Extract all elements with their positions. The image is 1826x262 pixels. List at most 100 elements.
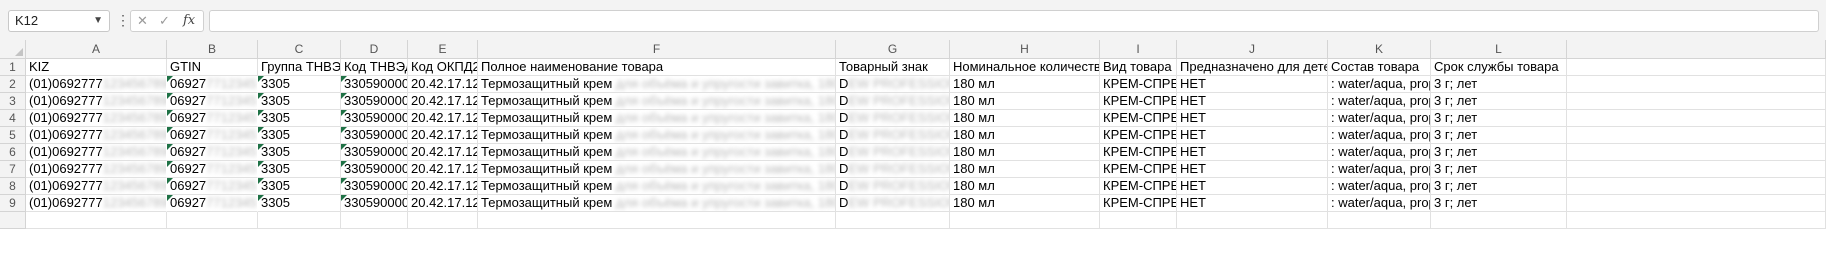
cell-tnved-group[interactable]: 3305 — [258, 161, 341, 178]
select-all-button[interactable] — [0, 40, 26, 59]
column-header-f[interactable]: F — [478, 40, 836, 59]
cell-tnved-group[interactable]: 3305 — [258, 195, 341, 212]
cell-for-children[interactable]: НЕТ — [1177, 144, 1328, 161]
column-header-k[interactable]: K — [1328, 40, 1431, 59]
cell-for-children[interactable]: НЕТ — [1177, 93, 1328, 110]
header-cell-product-name[interactable]: Полное наименование товара — [478, 59, 836, 76]
cell-service-life[interactable]: 3 г; лет — [1431, 127, 1567, 144]
header-cell-composition[interactable]: Состав товара — [1328, 59, 1431, 76]
cell-brand[interactable]: DEW PROFESSIONAL — [836, 161, 950, 178]
cell[interactable] — [167, 212, 258, 229]
cell-product-name[interactable]: Термозащитный крем для объёма и упругост… — [478, 110, 836, 127]
cell-kiz[interactable]: (01)06927771234567890123456789 — [26, 161, 167, 178]
header-cell-tnved-code[interactable]: Код ТНВЭД — [341, 59, 408, 76]
cell-for-children[interactable]: НЕТ — [1177, 127, 1328, 144]
row-header[interactable]: 4 — [0, 110, 26, 127]
cell-gtin[interactable]: 069277712345 — [167, 110, 258, 127]
cell-kiz[interactable]: (01)06927771234567890123456789 — [26, 93, 167, 110]
cell-brand[interactable]: DEW PROFESSIONAL — [836, 76, 950, 93]
header-cell-quantity[interactable]: Номинальное количество — [950, 59, 1100, 76]
cell-for-children[interactable]: НЕТ — [1177, 161, 1328, 178]
header-cell-service-life[interactable]: Срок службы товара — [1431, 59, 1567, 76]
cell-for-children[interactable]: НЕТ — [1177, 76, 1328, 93]
row-header[interactable]: 2 — [0, 76, 26, 93]
cell-quantity[interactable]: 180 мл — [950, 178, 1100, 195]
cell-tnved-code[interactable]: 3305900009 — [341, 178, 408, 195]
cell-kiz[interactable]: (01)06927771234567890123456789 — [26, 76, 167, 93]
header-cell-kiz[interactable]: KIZ — [26, 59, 167, 76]
cell[interactable] — [1567, 110, 1826, 127]
cell-tnved-code[interactable]: 3305900009 — [341, 144, 408, 161]
cell-service-life[interactable]: 3 г; лет — [1431, 76, 1567, 93]
cell[interactable] — [836, 212, 950, 229]
cell[interactable] — [1100, 212, 1177, 229]
column-header-e[interactable]: E — [408, 40, 478, 59]
cell-service-life[interactable]: 3 г; лет — [1431, 161, 1567, 178]
header-cell-for-children[interactable]: Предназначено для детей — [1177, 59, 1328, 76]
cell-product-kind[interactable]: КРЕМ-СПРЕЙ — [1100, 178, 1177, 195]
header-cell-okpd2[interactable]: Код ОКПД2 — [408, 59, 478, 76]
cell[interactable] — [1567, 93, 1826, 110]
row-header[interactable]: 6 — [0, 144, 26, 161]
cell-tnved-code[interactable]: 3305900009 — [341, 161, 408, 178]
column-header-d[interactable]: D — [341, 40, 408, 59]
cell-okpd2[interactable]: 20.42.17.120 — [408, 93, 478, 110]
cell-brand[interactable]: DEW PROFESSIONAL — [836, 93, 950, 110]
cell-composition[interactable]: : water/aqua, prop — [1328, 127, 1431, 144]
row-header[interactable]: 7 — [0, 161, 26, 178]
cell-gtin[interactable]: 069277712345 — [167, 178, 258, 195]
header-cell-tnved-group[interactable]: Группа ТНВЭД — [258, 59, 341, 76]
cell-product-name[interactable]: Термозащитный крем для объёма и упругост… — [478, 144, 836, 161]
row-header[interactable]: 3 — [0, 93, 26, 110]
cell[interactable] — [1567, 127, 1826, 144]
cell-composition[interactable]: : water/aqua, prop — [1328, 178, 1431, 195]
cell-tnved-code[interactable]: 3305900009 — [341, 76, 408, 93]
cell-service-life[interactable]: 3 г; лет — [1431, 93, 1567, 110]
cell-composition[interactable]: : water/aqua, prop — [1328, 195, 1431, 212]
cell-product-kind[interactable]: КРЕМ-СПРЕЙ — [1100, 127, 1177, 144]
cell-gtin[interactable]: 069277712345 — [167, 144, 258, 161]
cell[interactable] — [408, 212, 478, 229]
cell-for-children[interactable]: НЕТ — [1177, 178, 1328, 195]
cell[interactable] — [1328, 212, 1431, 229]
cell[interactable] — [478, 212, 836, 229]
cell-composition[interactable]: : water/aqua, prop — [1328, 144, 1431, 161]
cell-tnved-group[interactable]: 3305 — [258, 93, 341, 110]
cell[interactable] — [26, 212, 167, 229]
cell-tnved-code[interactable]: 3305900009 — [341, 127, 408, 144]
row-header[interactable]: 9 — [0, 195, 26, 212]
cell-brand[interactable]: DEW PROFESSIONAL — [836, 195, 950, 212]
cell-brand[interactable]: DEW PROFESSIONAL — [836, 127, 950, 144]
cell-tnved-group[interactable]: 3305 — [258, 178, 341, 195]
cell-product-kind[interactable]: КРЕМ-СПРЕЙ — [1100, 144, 1177, 161]
cell-service-life[interactable]: 3 г; лет — [1431, 144, 1567, 161]
cell-service-life[interactable]: 3 г; лет — [1431, 110, 1567, 127]
cell-tnved-code[interactable]: 3305900009 — [341, 195, 408, 212]
cell-gtin[interactable]: 069277712345 — [167, 93, 258, 110]
cell-kiz[interactable]: (01)06927771234567890123456789 — [26, 127, 167, 144]
cell-gtin[interactable]: 069277712345 — [167, 195, 258, 212]
cell-quantity[interactable]: 180 мл — [950, 110, 1100, 127]
cell-okpd2[interactable]: 20.42.17.120 — [408, 195, 478, 212]
cell[interactable] — [950, 212, 1100, 229]
column-header-c[interactable]: C — [258, 40, 341, 59]
cell-kiz[interactable]: (01)06927771234567890123456789 — [26, 110, 167, 127]
row-header[interactable] — [0, 212, 26, 229]
cell-quantity[interactable]: 180 мл — [950, 161, 1100, 178]
column-header-l[interactable]: L — [1431, 40, 1567, 59]
column-header-a[interactable]: A — [26, 40, 167, 59]
formula-input[interactable] — [209, 10, 1819, 32]
name-box[interactable]: K12 ▼ — [8, 10, 110, 32]
cell-product-name[interactable]: Термозащитный крем для объёма и упругост… — [478, 93, 836, 110]
cell-composition[interactable]: : water/aqua, prop — [1328, 76, 1431, 93]
cell[interactable] — [258, 212, 341, 229]
cell-brand[interactable]: DEW PROFESSIONAL — [836, 144, 950, 161]
cell[interactable] — [1567, 212, 1826, 229]
cell-product-kind[interactable]: КРЕМ-СПРЕЙ — [1100, 110, 1177, 127]
cell-okpd2[interactable]: 20.42.17.120 — [408, 178, 478, 195]
cell-tnved-group[interactable]: 3305 — [258, 144, 341, 161]
cell-gtin[interactable]: 069277712345 — [167, 161, 258, 178]
cell-product-kind[interactable]: КРЕМ-СПРЕЙ — [1100, 76, 1177, 93]
cell-product-name[interactable]: Термозащитный крем для объёма и упругост… — [478, 195, 836, 212]
cell-for-children[interactable]: НЕТ — [1177, 110, 1328, 127]
